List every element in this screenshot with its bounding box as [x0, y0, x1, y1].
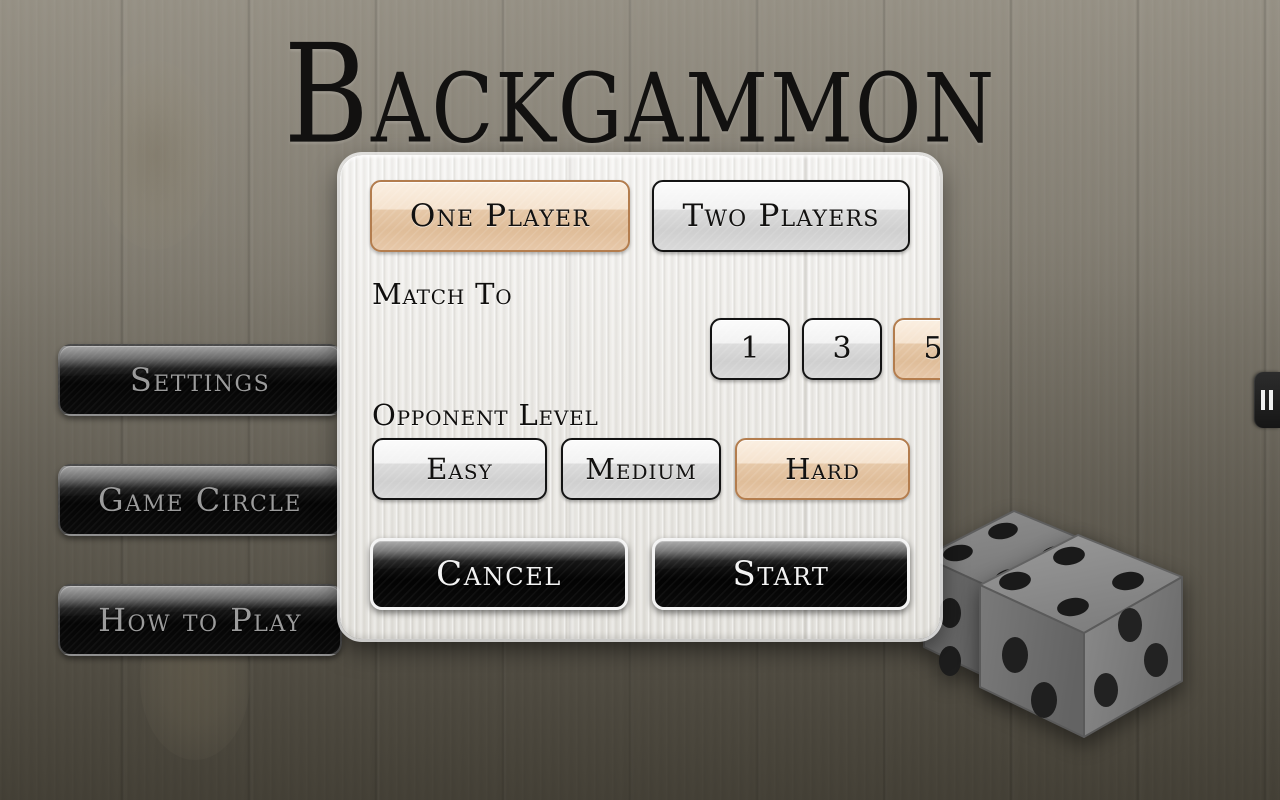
- menu-item-label: Game Circle: [98, 481, 302, 519]
- wood-knot-decor: [1010, 540, 1100, 670]
- match-to-option-3[interactable]: 3: [802, 318, 882, 380]
- start-button-label: Start: [732, 554, 830, 594]
- opponent-level-hard-button[interactable]: Hard: [735, 438, 910, 500]
- match-to-option-1[interactable]: 1: [710, 318, 790, 380]
- mode-two-players-button[interactable]: Two Players: [652, 180, 910, 252]
- mode-one-player-button[interactable]: One Player: [370, 180, 630, 252]
- menu-item-how-to-play[interactable]: How to Play: [58, 584, 342, 656]
- pause-bar-right: [1269, 390, 1273, 410]
- opponent-level-label: Opponent Level: [372, 398, 599, 432]
- cancel-button-label: Cancel: [436, 554, 562, 594]
- page-title: Backgammon: [283, 15, 997, 175]
- cancel-button[interactable]: Cancel: [370, 538, 628, 610]
- game-screen: Backgammon Settings Game Circle How to P…: [0, 0, 1280, 800]
- opponent-level-label: Hard: [785, 451, 860, 486]
- opponent-level-medium-button[interactable]: Medium: [561, 438, 721, 500]
- main-menu: Settings Game Circle How to Play: [58, 344, 342, 704]
- opponent-level-label: Easy: [426, 451, 493, 486]
- opponent-level-easy-button[interactable]: Easy: [372, 438, 547, 500]
- menu-item-settings[interactable]: Settings: [58, 344, 342, 416]
- mode-option-label: Two Players: [682, 197, 880, 234]
- die-back-decor: [923, 510, 1107, 692]
- menu-item-label: Settings: [129, 361, 271, 399]
- mode-option-label: One Player: [409, 197, 591, 234]
- menu-item-label: How to Play: [98, 601, 302, 639]
- new-game-dialog: One Player Two Players Match To 1 3 5 7 …: [340, 155, 940, 639]
- opponent-level-label: Medium: [585, 451, 697, 486]
- menu-item-game-circle[interactable]: Game Circle: [58, 464, 342, 536]
- start-button[interactable]: Start: [652, 538, 910, 610]
- match-to-option-label: 5: [923, 334, 940, 364]
- die-front-decor: [979, 534, 1183, 738]
- match-to-option-5[interactable]: 5: [893, 318, 940, 380]
- match-to-option-label: 1: [740, 331, 760, 366]
- match-to-label: Match To: [372, 277, 513, 311]
- pause-bar-left: [1261, 390, 1265, 410]
- match-to-option-label: 3: [832, 331, 852, 366]
- pause-icon[interactable]: [1254, 372, 1280, 428]
